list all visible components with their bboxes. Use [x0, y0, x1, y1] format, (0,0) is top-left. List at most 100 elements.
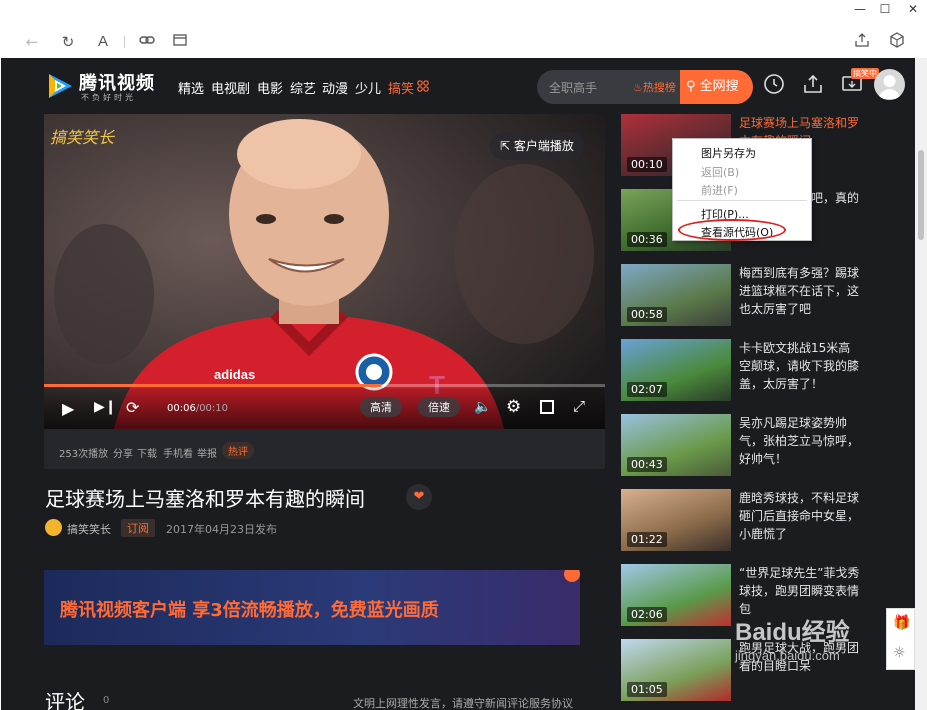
mobile-watch-link[interactable]: 手机看 — [163, 445, 193, 460]
user-avatar[interactable] — [874, 69, 905, 100]
svg-text:adidas: adidas — [214, 367, 255, 382]
search-icon: ⚲ — [686, 79, 696, 94]
highlight-annotation — [678, 219, 786, 241]
ctx-forward[interactable]: 前进(F) — [701, 182, 738, 198]
play-icon[interactable]: ▶ — [62, 399, 74, 418]
nav-item-kids[interactable]: 少儿 — [355, 78, 381, 97]
refresh-icon[interactable]: ↻ — [58, 32, 78, 52]
maximize-button[interactable]: ☐ — [870, 0, 900, 18]
baidu-watermark-url: jingyan.baidu.com — [735, 648, 840, 663]
comments-agreement-text[interactable]: 文明上网理性发言，请遵守新闻评论服务协议 — [353, 695, 573, 710]
related-video-thumbnail: 02:07 — [621, 339, 731, 401]
ctx-save-image-as[interactable]: 图片另存为 — [701, 145, 756, 161]
related-video-duration: 01:05 — [627, 682, 667, 697]
related-video-thumbnail: 01:05 — [621, 639, 731, 701]
related-video-item[interactable]: 01:22 鹿晗秀球技，不料足球砸门后直接命中女星，小鹿慌了 — [621, 489, 861, 551]
play-count: 253次播放 — [59, 449, 109, 460]
video-watermark: 搞笑笑长 — [50, 128, 115, 147]
fullscreen-icon[interactable]: ⤢ — [573, 397, 585, 415]
ctx-back[interactable]: 返回(B) — [701, 164, 739, 180]
reader-mode-icon[interactable] — [170, 32, 190, 52]
like-heart-icon[interactable]: ❤ — [406, 484, 432, 510]
time-current: 00:06 — [167, 403, 196, 414]
nav-item-movie[interactable]: 电影 — [257, 78, 283, 97]
related-video-title: 卡卡欧文挑战15米高空颠球，请收下我的膝盖，太厉害了！ — [739, 341, 860, 391]
related-video-item[interactable]: 00:43 吴亦凡踢足球姿势帅气，张柏芝立马惊呼，好帅气！ — [621, 414, 861, 476]
comments-count: 0 — [103, 695, 110, 706]
related-video-duration: 00:36 — [627, 232, 667, 247]
related-video-item[interactable]: 00:58 梅西到底有多强？踢球进篮球框不在话下，这也太厉害了吧 — [621, 264, 861, 326]
related-video-duration: 00:43 — [627, 457, 667, 472]
related-video-title: 梅西到底有多强？踢球进篮球框不在话下，这也太厉害了吧 — [739, 266, 860, 316]
search-input[interactable]: 全职高手 — [549, 79, 597, 96]
gift-icon[interactable]: 🎁 — [893, 615, 910, 631]
comments-title: 评论 — [45, 690, 85, 710]
share-link[interactable]: 分享 — [113, 445, 133, 460]
link-icon[interactable] — [137, 32, 157, 52]
hot-search-link[interactable]: ♨热搜榜 — [633, 79, 676, 95]
publish-date: 2017年04月23日发布 — [166, 523, 277, 536]
nav-item-variety[interactable]: 综艺 — [290, 78, 316, 97]
back-arrow-icon[interactable]: ← — [22, 32, 42, 52]
extension-cube-icon[interactable] — [887, 32, 907, 52]
nav-more-grid-icon[interactable] — [417, 80, 429, 92]
share-icon[interactable] — [852, 32, 872, 52]
time-display: 00:06/00:10 — [167, 403, 228, 414]
search-button[interactable]: ⚲ 全网搜 — [680, 70, 753, 104]
uploader-name[interactable]: 搞笑笑长 — [67, 521, 111, 537]
text-size-icon[interactable]: A — [93, 32, 113, 52]
download-link[interactable]: 下载 — [137, 445, 157, 460]
video-frame-image: adidas T — [44, 114, 605, 429]
related-video-title: 吴亦凡踢足球姿势帅气，张柏芝立马惊呼，好帅气！ — [739, 416, 860, 466]
settings-gear-icon[interactable]: ⚙ — [506, 397, 521, 417]
upload-icon[interactable] — [802, 73, 824, 95]
next-icon[interactable]: ▶❙ — [94, 399, 117, 415]
related-video-item[interactable]: 02:07 卡卡欧文挑战15米高空颠球，请收下我的膝盖，太厉害了！ — [621, 339, 861, 401]
report-link[interactable]: 举报 — [197, 445, 217, 460]
hot-search-label: 热搜榜 — [642, 81, 676, 94]
nav-item-jingxuan[interactable]: 精选 — [178, 78, 204, 97]
loop-icon[interactable]: ⟳ — [126, 398, 139, 417]
feedback-chat-icon[interactable]: ☼ — [893, 645, 906, 661]
speed-button[interactable]: 倍速 — [418, 397, 460, 417]
related-video-thumbnail: 00:58 — [621, 264, 731, 326]
related-video-duration: 02:07 — [627, 382, 667, 397]
related-video-duration: 02:06 — [627, 607, 667, 622]
client-promo-banner[interactable]: 腾讯视频客户端 享3倍流畅播放，免费蓝光画质 — [44, 570, 580, 645]
quality-button[interactable]: 高清 — [360, 397, 402, 417]
uploader-avatar[interactable] — [45, 519, 62, 536]
nav-item-tv[interactable]: 电视剧 — [211, 78, 250, 97]
related-video-thumbnail: 01:22 — [621, 489, 731, 551]
progress-fill — [44, 384, 381, 387]
ctx-divider — [677, 200, 807, 201]
close-button[interactable]: ✕ — [898, 0, 927, 18]
tencent-video-logo-icon[interactable] — [45, 71, 75, 101]
banner-text: 腾讯视频客户端 享3倍流畅播放，免费蓝光画质 — [60, 600, 439, 621]
history-clock-icon[interactable] — [763, 73, 785, 95]
nav-item-anime[interactable]: 动漫 — [322, 78, 348, 97]
floating-toolbar: 🎁 ☼ — [886, 608, 915, 670]
browser-chrome: — ☐ ✕ ← ↻ A — [0, 0, 927, 58]
external-open-icon: ⇱ — [500, 139, 511, 153]
nav-item-funny[interactable]: 搞笑 — [388, 78, 414, 97]
volume-icon[interactable]: 🔈 — [474, 399, 491, 415]
baidu-watermark: Baidu经验 — [735, 619, 850, 646]
search-button-label: 全网搜 — [699, 79, 739, 94]
time-total: /00:10 — [195, 403, 229, 414]
client-play-button[interactable]: ⇱ 客户端播放 — [490, 132, 584, 160]
toolbar-divider — [124, 36, 125, 48]
related-video-duration: 00:58 — [627, 307, 667, 322]
related-video-thumbnail: 00:43 — [621, 414, 731, 476]
banner-close-icon[interactable] — [564, 570, 580, 582]
video-player[interactable]: adidas T 搞笑笑长 ⇱ 客户端播放 ▶ ▶❙ ⟳ 00:06/00:10… — [44, 114, 605, 429]
picture-in-picture-icon[interactable] — [540, 400, 554, 414]
subscribe-button[interactable]: 订阅 — [121, 519, 155, 537]
video-title: 足球赛场上马塞洛和罗本有趣的瞬间 — [45, 487, 365, 511]
site-logo-slogan: 不负好时光 — [81, 93, 136, 102]
scrollbar-thumb[interactable] — [918, 150, 924, 240]
client-play-label: 客户端播放 — [513, 139, 574, 153]
hot-comment-tag[interactable]: 热评 — [222, 442, 254, 459]
related-video-thumbnail: 02:06 — [621, 564, 731, 626]
related-video-title: “世界足球先生”菲戈秀球技，跑男团瞬变表情包 — [739, 566, 860, 616]
related-video-duration: 01:22 — [627, 532, 667, 547]
